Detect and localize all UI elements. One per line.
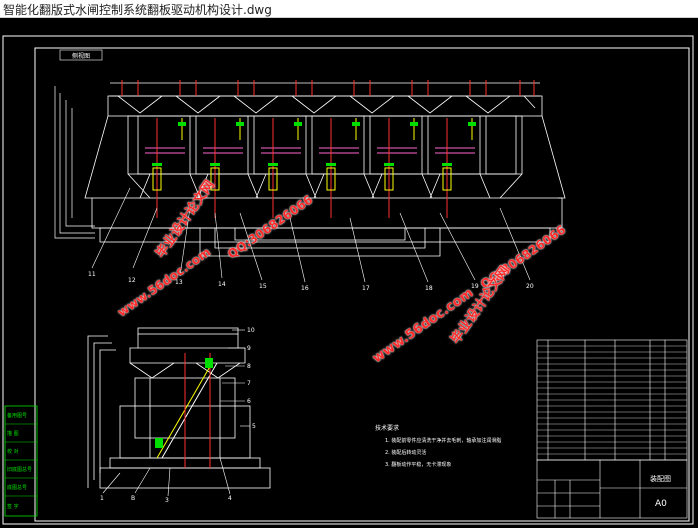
part-number: 1 [100, 495, 104, 502]
note-line: 1. 装配前零件应清洗干净并去毛刺，轴承加注润滑脂 [385, 437, 501, 444]
window-title: 智能化翻版式水闸控制系统翻板驱动机构设计.dwg [3, 3, 272, 17]
part-number: B [131, 495, 135, 502]
part-number: 6 [247, 398, 251, 405]
sheet-size: A0 [655, 499, 667, 509]
side-assembly [87, 327, 271, 489]
stamp-label: 签 字 [7, 503, 19, 510]
title-block [536, 459, 688, 519]
part-number: 7 [247, 380, 251, 387]
cad-drawing: 侧视图 11 12 13 14 15 16 17 18 19 20 10 9 8… [2, 35, 694, 525]
stamp-label: 描 图 [7, 430, 19, 437]
left-stamp-table: 备用图号 描 图 校 对 旧底图总号 底图总号 签 字 [4, 405, 38, 517]
part-number: 20 [526, 283, 534, 290]
part-number: 18 [425, 285, 433, 292]
stamp-label: 备用图号 [7, 412, 27, 419]
outer-frame [2, 35, 694, 525]
left-leaders [54, 86, 95, 239]
note-line: 3. 翻板动作平稳，无卡滞现象 [385, 461, 451, 468]
part-number: 11 [88, 271, 96, 278]
part-number: 15 [259, 283, 267, 290]
part-number: 4 [228, 495, 232, 502]
gate-sections [117, 80, 536, 218]
parts-list-rows [537, 345, 687, 455]
stamp-label: 旧底图总号 [7, 466, 32, 473]
note-line: 2. 装配后转动灵活 [385, 449, 426, 456]
part-number: 3 [165, 497, 169, 504]
cad-drawing-canvas[interactable]: 侧视图 11 12 13 14 15 16 17 18 19 20 10 9 8… [0, 18, 698, 528]
side-actuators [155, 353, 218, 468]
tech-notes: 技术要求 1. 装配前零件应清洗干净并去毛刺，轴承加注润滑脂 2. 装配后转动灵… [375, 424, 501, 468]
part-number: 16 [301, 285, 309, 292]
part-number: 14 [218, 281, 226, 288]
part-number: 12 [128, 277, 136, 284]
notes-title: 技术要求 [375, 424, 399, 432]
drawing-name: 装配图 [650, 474, 671, 483]
side-part-numbers: 10 9 8 7 6 5 1 B 3 4 [100, 327, 256, 504]
part-number: 5 [252, 423, 256, 430]
part-number: 17 [362, 285, 370, 292]
stamp-label: 底图总号 [7, 484, 27, 491]
part-number: 8 [247, 363, 251, 370]
part-number: 10 [247, 327, 255, 334]
title-block-text: 装配图 A0 [650, 474, 671, 509]
view-tag: 侧视图 [72, 52, 90, 60]
side-leaders [102, 329, 250, 497]
stamp-label: 校 对 [7, 448, 19, 455]
window-titlebar: 智能化翻版式水闸控制系统翻板驱动机构设计.dwg [0, 0, 698, 18]
part-number: 9 [247, 345, 251, 352]
